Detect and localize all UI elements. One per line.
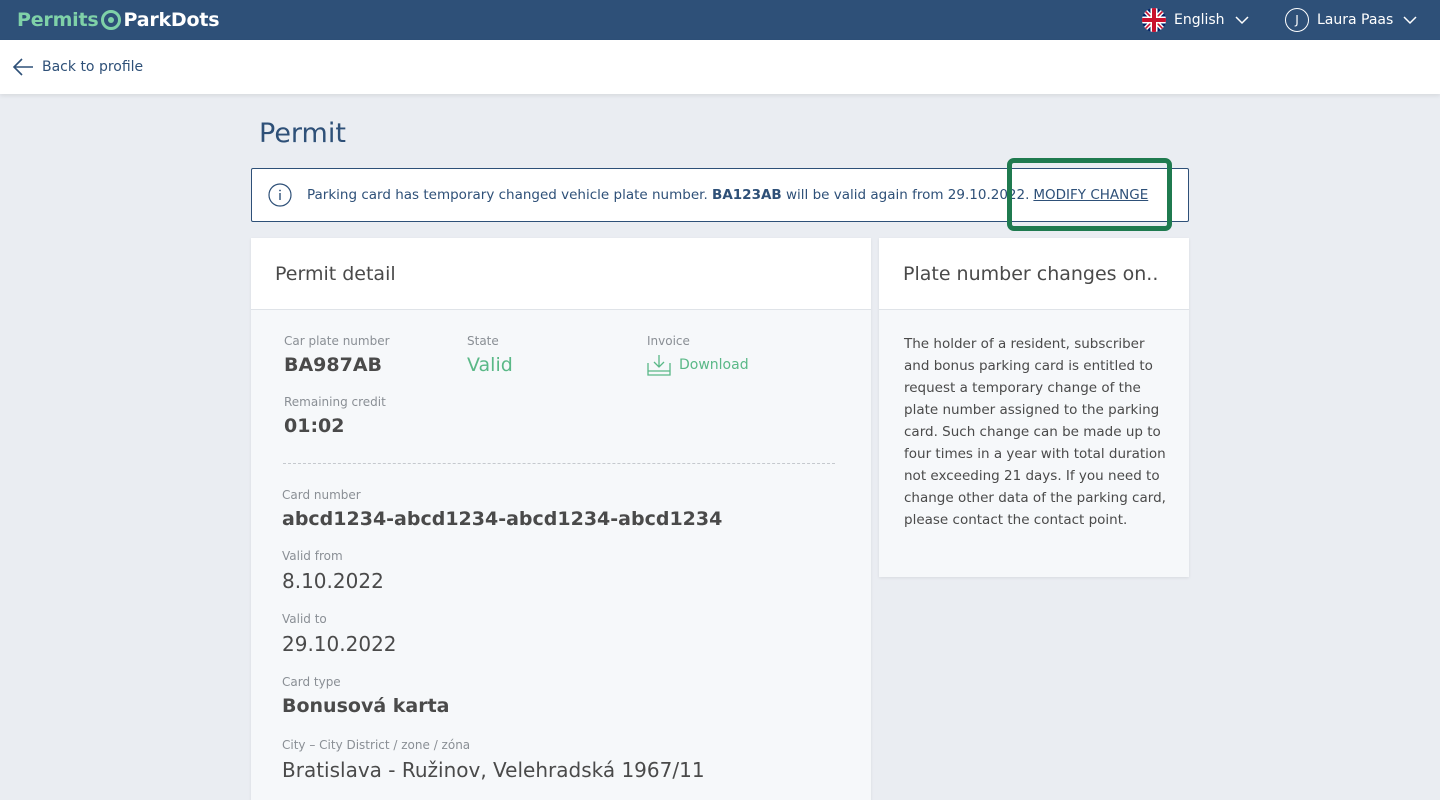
info-icon	[268, 183, 292, 207]
invoice-label: Invoice	[647, 334, 690, 348]
state-value: Valid	[467, 354, 513, 376]
logo-text-permits: Permits	[17, 9, 99, 31]
chevron-down-icon	[1235, 16, 1249, 25]
language-selector[interactable]: English	[1142, 8, 1249, 32]
car-plate-label: Car plate number	[284, 334, 390, 348]
arrow-left-icon	[12, 58, 33, 76]
app-logo[interactable]: Permits ParkDots	[17, 7, 220, 33]
temporary-plate: BA123AB	[712, 187, 782, 203]
card-number-field: Card number abcd1234-abcd1234-abcd1234-a…	[282, 488, 722, 530]
car-plate-value: BA987AB	[284, 354, 383, 376]
invoice-field: Invoice Download	[647, 334, 749, 376]
valid-to-value: 29.10.2022	[282, 632, 397, 656]
download-label: Download	[679, 357, 749, 373]
download-invoice-link[interactable]: Download	[647, 354, 749, 376]
back-to-profile-link[interactable]: Back to profile	[12, 54, 143, 80]
logo-dot-icon	[101, 10, 122, 30]
logo-text-parkdots: ParkDots	[123, 9, 220, 31]
city-value: Bratislava - Ružinov, Velehradská 1967/1…	[282, 758, 705, 782]
uk-flag-icon	[1142, 8, 1166, 32]
remaining-credit-label: Remaining credit	[284, 395, 386, 409]
sub-navigation-bar: Back to profile	[0, 40, 1440, 94]
notice-text-after: will be valid again from 29.10.2022.	[786, 187, 1030, 203]
info-card-title: Plate number changes on..	[879, 238, 1189, 310]
back-label: Back to profile	[42, 59, 144, 75]
user-avatar: J	[1285, 8, 1309, 32]
notice-text-before: Parking card has temporary changed vehic…	[307, 187, 708, 203]
remaining-credit-field: Remaining credit 01:02	[284, 395, 386, 437]
page-title: Permit	[259, 118, 346, 149]
section-divider	[283, 463, 835, 464]
state-field: State Valid	[467, 334, 513, 376]
card-number-label: Card number	[282, 488, 361, 502]
language-label: English	[1174, 12, 1225, 28]
car-plate-field: Car plate number BA987AB	[284, 334, 390, 376]
card-type-label: Card type	[282, 675, 341, 689]
valid-from-value: 8.10.2022	[282, 569, 384, 593]
permit-detail-title: Permit detail	[251, 238, 871, 310]
chevron-down-icon	[1403, 16, 1417, 25]
modify-change-link[interactable]: MODIFY CHANGE	[1033, 187, 1148, 203]
plate-change-info-card: Plate number changes on.. The holder of …	[879, 238, 1189, 577]
user-menu[interactable]: J Laura Paas	[1285, 8, 1417, 32]
remaining-credit-value: 01:02	[284, 415, 345, 437]
info-card-body: The holder of a resident, subscriber and…	[904, 336, 1166, 528]
valid-from-field: Valid from 8.10.2022	[282, 549, 384, 593]
valid-to-label: Valid to	[282, 612, 327, 626]
state-label: State	[467, 334, 499, 348]
city-label: City – City District / zone / zóna	[282, 738, 471, 752]
valid-from-label: Valid from	[282, 549, 343, 563]
card-number-value: abcd1234-abcd1234-abcd1234-abcd1234	[282, 508, 723, 530]
valid-to-field: Valid to 29.10.2022	[282, 612, 397, 656]
download-icon	[647, 355, 671, 376]
permit-detail-card: Permit detail Car plate number BA987AB S…	[251, 238, 871, 800]
card-type-value: Bonusová karta	[282, 695, 450, 717]
top-bar: Permits ParkDots English J Laura Paas	[0, 0, 1440, 40]
user-name: Laura Paas	[1317, 12, 1394, 28]
card-type-field: Card type Bonusová karta	[282, 675, 450, 717]
city-field: City – City District / zone / zóna Brati…	[282, 738, 705, 782]
plate-change-notice: Parking card has temporary changed vehic…	[251, 168, 1189, 222]
